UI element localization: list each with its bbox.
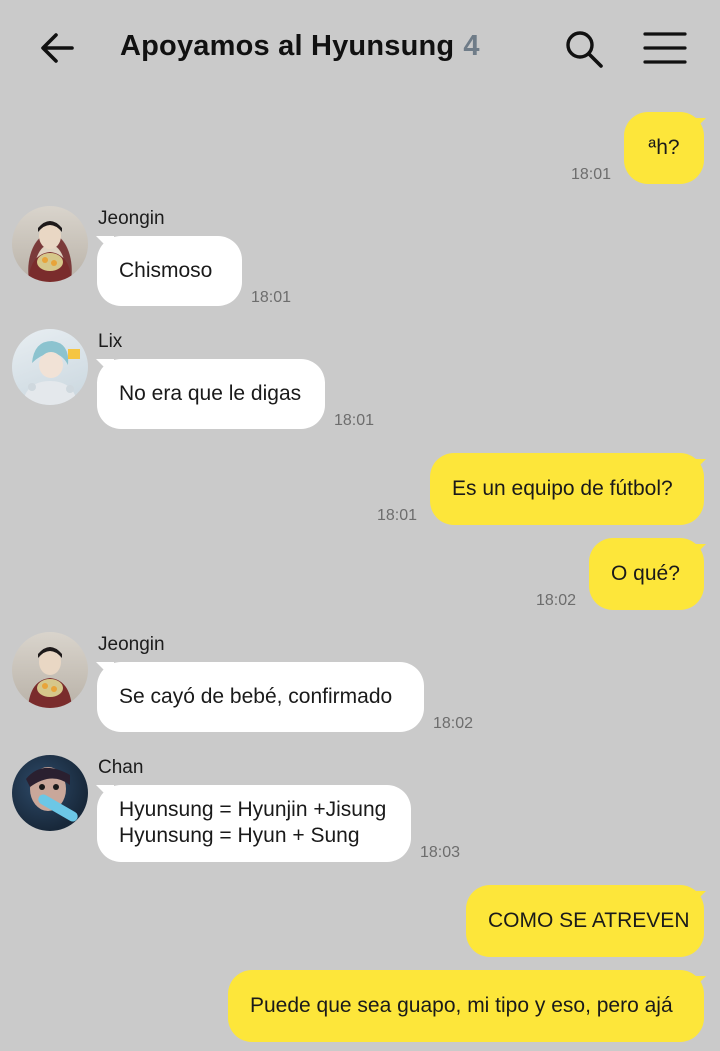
avatar-photo [28, 221, 72, 282]
message-bubble[interactable]: Chismoso [97, 236, 242, 306]
chat-screen: Apoyamos al Hyunsung 4 18:01 ªh? Jeongin… [0, 0, 720, 1051]
chat-title-group[interactable]: Apoyamos al Hyunsung 4 [120, 30, 479, 70]
message-time: 18:01 [571, 166, 612, 183]
message-bubble[interactable]: Hyunsung = Hyunjin +Jisung Hyunsung = Hy… [97, 785, 411, 862]
search-icon [566, 31, 603, 68]
search-button[interactable] [563, 28, 605, 70]
chat-title: Apoyamos al Hyunsung [120, 30, 455, 62]
avatar[interactable] [12, 329, 88, 405]
message-bubble[interactable]: Puede que sea guapo, mi tipo y eso, pero… [228, 970, 704, 1042]
member-count: 4 [463, 30, 480, 62]
avatar[interactable] [12, 632, 88, 708]
avatar-photo [28, 647, 72, 708]
sender-name: Lix [98, 331, 123, 352]
message-time: 18:03 [420, 844, 461, 861]
arrow-left-icon [41, 33, 74, 63]
avatar[interactable] [12, 755, 88, 831]
message-time: 18:01 [334, 412, 375, 429]
message-bubble[interactable]: Se cayó de bebé, confirmado [97, 662, 424, 732]
sender-name: Jeongin [98, 208, 165, 229]
back-button[interactable] [36, 26, 80, 70]
menu-button[interactable] [643, 30, 687, 66]
avatar[interactable] [12, 206, 88, 282]
message-time: 18:01 [377, 507, 418, 524]
avatar-photo [22, 341, 80, 405]
message-time: 18:02 [433, 715, 474, 732]
chat-header: Apoyamos al Hyunsung 4 [0, 0, 720, 96]
message-bubble[interactable]: ªh? [624, 112, 704, 184]
hamburger-menu-icon [643, 32, 687, 64]
message-time: 18:02 [536, 592, 577, 609]
message-time: 18:01 [251, 289, 292, 306]
sender-name: Jeongin [98, 634, 165, 655]
sender-name: Chan [98, 757, 144, 778]
avatar-photo [26, 767, 78, 822]
message-bubble[interactable]: O qué? [589, 538, 704, 610]
message-bubble[interactable]: COMO SE ATREVEN [466, 885, 704, 957]
message-bubble[interactable]: No era que le digas [97, 359, 325, 429]
message-bubble[interactable]: Es un equipo de fútbol? [430, 453, 704, 525]
